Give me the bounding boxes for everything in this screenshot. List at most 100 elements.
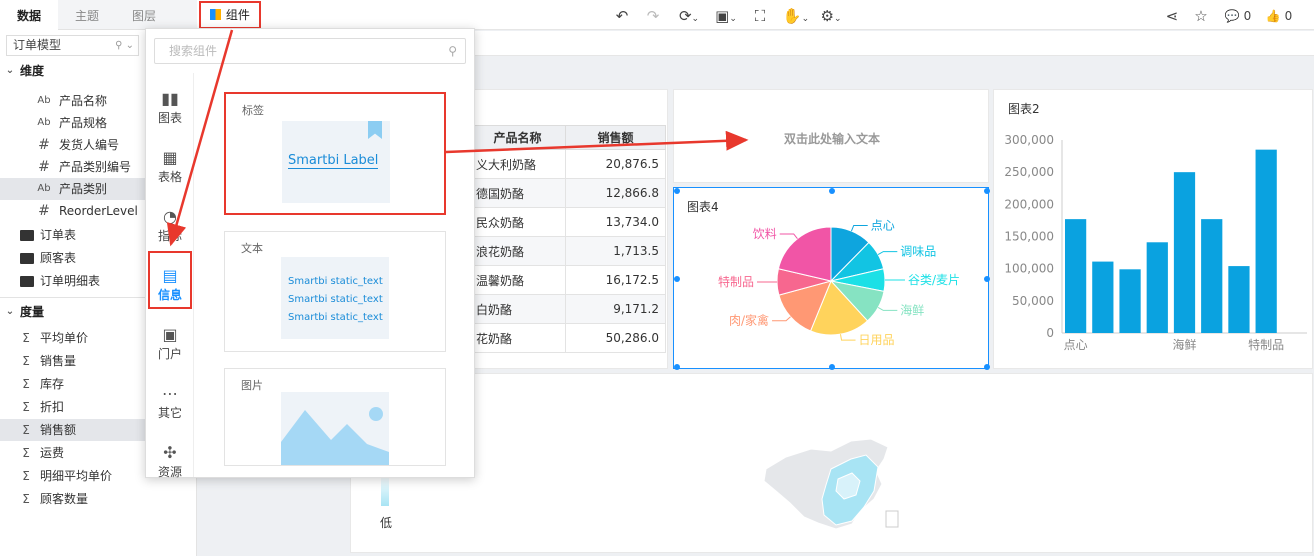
- bookmark-icon: [368, 121, 382, 139]
- preview-icon[interactable]: ⛶: [750, 6, 770, 26]
- table-row[interactable]: 浪花奶酪 1,713.5: [469, 236, 666, 266]
- measure-item-label: 明细平均单价: [40, 469, 113, 483]
- save-icon[interactable]: ▣⌄: [709, 6, 743, 26]
- measure-item[interactable]: Σ 顾客数量: [0, 488, 197, 510]
- column-header[interactable]: 产品名称: [469, 125, 566, 150]
- hand-icon[interactable]: ✋⌄: [781, 6, 811, 26]
- category-table[interactable]: ▦ 表格: [146, 148, 194, 185]
- bar[interactable]: [1064, 219, 1087, 333]
- bar-chart-widget[interactable]: 图表2 0 50,000 100,000 150,000 200,000 250,000 3…: [993, 89, 1313, 369]
- star-icon[interactable]: ☆: [1191, 6, 1211, 26]
- column-header[interactable]: 销售额: [565, 125, 666, 150]
- table-row[interactable]: 德国奶酪 12,866.8: [469, 178, 666, 208]
- tab-layers[interactable]: 图层: [116, 0, 172, 30]
- dimension-section-label: 维度: [20, 64, 45, 78]
- product-name-cell: 义大利奶酪: [469, 149, 566, 179]
- measure-item-label: 销售额: [40, 423, 77, 437]
- category-portal[interactable]: ▣ 门户: [146, 325, 194, 362]
- dimension-item-label: 产品名称: [59, 94, 108, 108]
- more-icon: ⋯: [162, 384, 178, 403]
- bar[interactable]: [1092, 261, 1114, 333]
- bar[interactable]: [1146, 242, 1168, 333]
- x-tick-label: 特制品: [1248, 337, 1284, 352]
- component-title: 图片: [241, 379, 263, 392]
- like-button[interactable]: 👍 0: [1263, 6, 1295, 26]
- bar[interactable]: [1255, 149, 1277, 333]
- like-count: 0: [1284, 9, 1293, 23]
- product-name-cell: 温馨奶酪: [469, 265, 566, 295]
- settings-icon[interactable]: ⚙⌄: [815, 6, 847, 26]
- category-label: 资源: [157, 465, 182, 479]
- pie-chart-widget[interactable]: 图表4 点心 调味品 谷类/麦片 海鲜 日用品 肉/家禽 特制品 饮料: [673, 187, 990, 370]
- table-row[interactable]: 白奶酪 9,171.2: [469, 294, 666, 324]
- component-button[interactable]: 组件: [199, 1, 261, 29]
- redo-icon[interactable]: ↷: [643, 6, 663, 26]
- undo-icon[interactable]: ↶: [612, 6, 632, 26]
- text-field-icon: Ab: [37, 95, 51, 106]
- sales-cell: 1,713.5: [565, 236, 666, 266]
- toolbar: 组件 ↶ ↷ ⟳⌄ ▣⌄ ⛶ ✋⌄ ⚙⌄ ⋖ ☆ 💬 0 👍 0: [197, 0, 1314, 30]
- measure-item-label: 折扣: [40, 400, 65, 414]
- resize-handle[interactable]: [829, 364, 835, 370]
- portal-icon: ▣: [162, 325, 178, 344]
- measure-item-label: 销售量: [40, 354, 77, 368]
- table-item-label: 顾客表: [40, 251, 77, 265]
- bar[interactable]: [1201, 219, 1223, 333]
- map-widget[interactable]: 低: [350, 373, 1313, 553]
- sales-cell: 20,876.5: [565, 149, 666, 179]
- text-preview-line: Smartbi static_text: [288, 294, 383, 305]
- tab-data[interactable]: 数据: [0, 0, 58, 30]
- measure-item-label: 平均单价: [40, 331, 89, 345]
- tab-theme[interactable]: 主题: [58, 0, 116, 30]
- y-tick-label: 250,000: [1004, 165, 1054, 179]
- table-row[interactable]: 义大利奶酪 20,876.5: [469, 149, 666, 179]
- refresh-icon[interactable]: ⟳⌄: [673, 6, 705, 26]
- table-row[interactable]: 花奶酪 50,286.0: [469, 323, 666, 353]
- bar[interactable]: [1173, 172, 1196, 333]
- image-component-card[interactable]: 图片: [224, 368, 446, 466]
- component-search-input[interactable]: 搜索组件 ⚲: [154, 38, 466, 64]
- sum-icon: Σ: [22, 423, 30, 437]
- resize-handle[interactable]: [984, 364, 990, 370]
- label-component-card[interactable]: 标签 Smartbi Label: [224, 92, 446, 215]
- dimension-item-label: 发货人编号: [59, 138, 120, 152]
- table-row[interactable]: 民众奶酪 13,734.0: [469, 207, 666, 237]
- number-field-icon: #: [38, 203, 50, 219]
- dimension-item-label: 产品类别: [59, 182, 108, 196]
- resize-handle[interactable]: [674, 364, 680, 370]
- text-widget[interactable]: 双击此处输入文本: [673, 89, 989, 183]
- model-select-value: 订单模型: [13, 38, 62, 52]
- category-more[interactable]: ⋯ 其它: [146, 384, 194, 421]
- resize-handle[interactable]: [829, 188, 835, 194]
- y-tick-label: 0: [1046, 326, 1054, 340]
- product-name-cell: 德国奶酪: [469, 178, 566, 208]
- gauge-icon: ◔: [163, 207, 177, 226]
- text-component-card[interactable]: 文本 Smartbi static_text Smartbi static_te…: [224, 231, 446, 352]
- pie-label: 特制品: [718, 274, 754, 289]
- component-panel: 搜索组件 ⚲ ▮▮ 图表 ▦ 表格 ◔ 指标 ▤ 信息 ▣ 门户 ⋯ 其它 ✣ 资源 标签 Smartbi…: [145, 28, 475, 480]
- image-icon: [281, 407, 389, 465]
- dimension-item-label: 产品类别编号: [59, 160, 132, 174]
- bar[interactable]: [1119, 269, 1141, 333]
- table-row[interactable]: 温馨奶酪 16,172.5: [469, 265, 666, 295]
- sum-icon: Σ: [22, 446, 30, 460]
- resize-handle[interactable]: [674, 276, 680, 282]
- sales-cell: 9,171.2: [565, 294, 666, 324]
- product-name-cell: 民众奶酪: [469, 207, 566, 237]
- resize-handle[interactable]: [674, 188, 680, 194]
- share-icon[interactable]: ⋖: [1162, 6, 1182, 26]
- resize-handle[interactable]: [984, 188, 990, 194]
- y-tick-label: 150,000: [1004, 230, 1054, 244]
- resize-handle[interactable]: [984, 276, 990, 282]
- category-resource[interactable]: ✣ 资源: [146, 443, 194, 480]
- model-select[interactable]: 订单模型 ⚲ ⌄: [6, 35, 139, 56]
- panel-tabs: 数据 主题 图层: [0, 0, 197, 30]
- category-gauge[interactable]: ◔ 指标: [146, 207, 194, 244]
- category-label: 门户: [157, 347, 182, 361]
- category-chart[interactable]: ▮▮ 图表: [146, 89, 194, 126]
- pie-label: 谷类/麦片: [908, 273, 960, 287]
- bar[interactable]: [1228, 266, 1250, 333]
- text-placeholder: 双击此处输入文本: [783, 132, 880, 146]
- comment-count: 0: [1243, 9, 1252, 23]
- comment-button[interactable]: 💬 0: [1222, 6, 1254, 26]
